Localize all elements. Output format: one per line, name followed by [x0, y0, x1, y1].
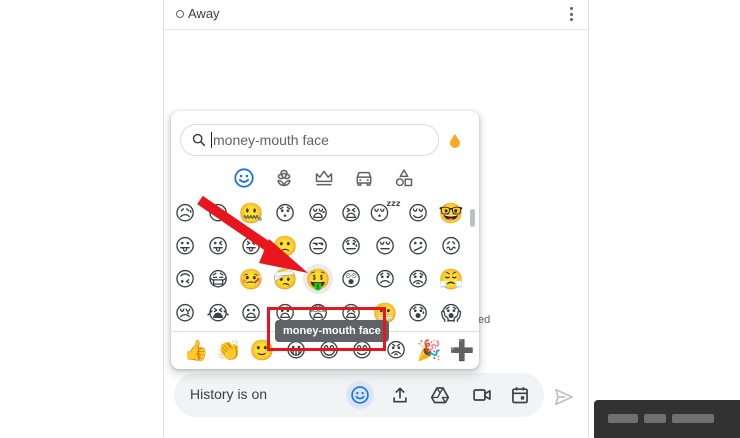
upload-button[interactable] [386, 381, 414, 409]
emoji-category-tabs [231, 165, 421, 191]
smiley-icon [234, 168, 254, 188]
emoji-cell[interactable]: 😌 [403, 201, 433, 228]
emoji-cell[interactable]: 😔 [370, 231, 400, 261]
emoji-grid-scrollbar[interactable] [470, 209, 475, 227]
kebab-menu-icon[interactable] [566, 6, 576, 22]
tab-smileys[interactable] [231, 165, 257, 191]
tab-nature[interactable] [271, 165, 297, 191]
emoji-button[interactable] [346, 381, 374, 409]
tab-objects[interactable] [311, 165, 337, 191]
droplet-icon [450, 133, 460, 148]
tab-symbols[interactable] [391, 165, 417, 191]
circle-outline-icon [176, 10, 184, 18]
emoji-search-value[interactable]: money-mouth face [211, 132, 329, 148]
emoji-cell[interactable]: 😦 [236, 298, 266, 328]
compose-placeholder[interactable]: History is on [190, 386, 267, 402]
car-icon [356, 171, 372, 186]
emoji-cell[interactable]: 😕 [403, 231, 433, 261]
notification-toast [594, 400, 740, 438]
send-icon [554, 388, 574, 406]
frequent-emoji[interactable]: 👍 [181, 335, 211, 365]
emoji-cell[interactable]: 😥 [171, 201, 200, 228]
upload-icon [393, 387, 407, 403]
status-bar: Away [164, 0, 588, 30]
emoji-cell[interactable]: 😖 [436, 231, 466, 261]
video-button[interactable] [468, 381, 496, 409]
emoji-cell[interactable]: 😤 [436, 264, 466, 294]
calendar-button[interactable] [506, 381, 534, 409]
crown-icon [315, 170, 333, 186]
emoji-cell[interactable]: 😲 [336, 264, 366, 294]
shapes-icon [395, 169, 413, 187]
screenshot-stage: Away ed History is on money-mouth face 😥… [0, 0, 740, 438]
annotation-arrow [197, 195, 308, 273]
google-drive-button[interactable] [426, 381, 454, 409]
emoji-cell[interactable]: 😞 [370, 264, 400, 294]
emoji-cell[interactable]: 🤓 [436, 201, 466, 228]
tab-travel[interactable] [351, 165, 377, 191]
annotation-highlight-box [267, 307, 386, 351]
emoji-cell[interactable]: 😭 [203, 298, 233, 328]
skin-tone-button[interactable] [448, 132, 462, 148]
emoji-cell[interactable]: 😫 [336, 201, 366, 228]
google-drive-icon [430, 387, 450, 404]
flower-icon [277, 169, 291, 187]
calendar-icon [512, 387, 528, 404]
compose-box[interactable]: History is on [174, 373, 544, 417]
emoji-cell[interactable]: 😰 [403, 298, 433, 328]
frequent-emoji[interactable]: 🎉 [414, 335, 444, 365]
smiley-icon [351, 386, 369, 404]
search-icon [192, 133, 206, 147]
emoji-cell[interactable]: 😱 [436, 298, 466, 328]
emoji-cell[interactable]: 😴 [369, 201, 401, 228]
emoji-cell[interactable]: 🙃 [171, 264, 200, 294]
background-message-text: ed [478, 314, 491, 326]
frequent-emoji[interactable]: 👏 [214, 335, 244, 365]
emoji-cell[interactable]: 😛 [171, 231, 200, 261]
emoji-cell[interactable]: 😓 [336, 231, 366, 261]
send-button[interactable] [550, 383, 578, 411]
status-label[interactable]: Away [188, 6, 220, 21]
frequent-emoji[interactable]: ➕ [447, 335, 477, 365]
video-camera-icon [473, 389, 491, 401]
emoji-search-input[interactable]: money-mouth face [180, 124, 439, 156]
emoji-cell[interactable]: 😟 [403, 264, 433, 294]
emoji-cell[interactable]: 😢 [171, 298, 200, 328]
